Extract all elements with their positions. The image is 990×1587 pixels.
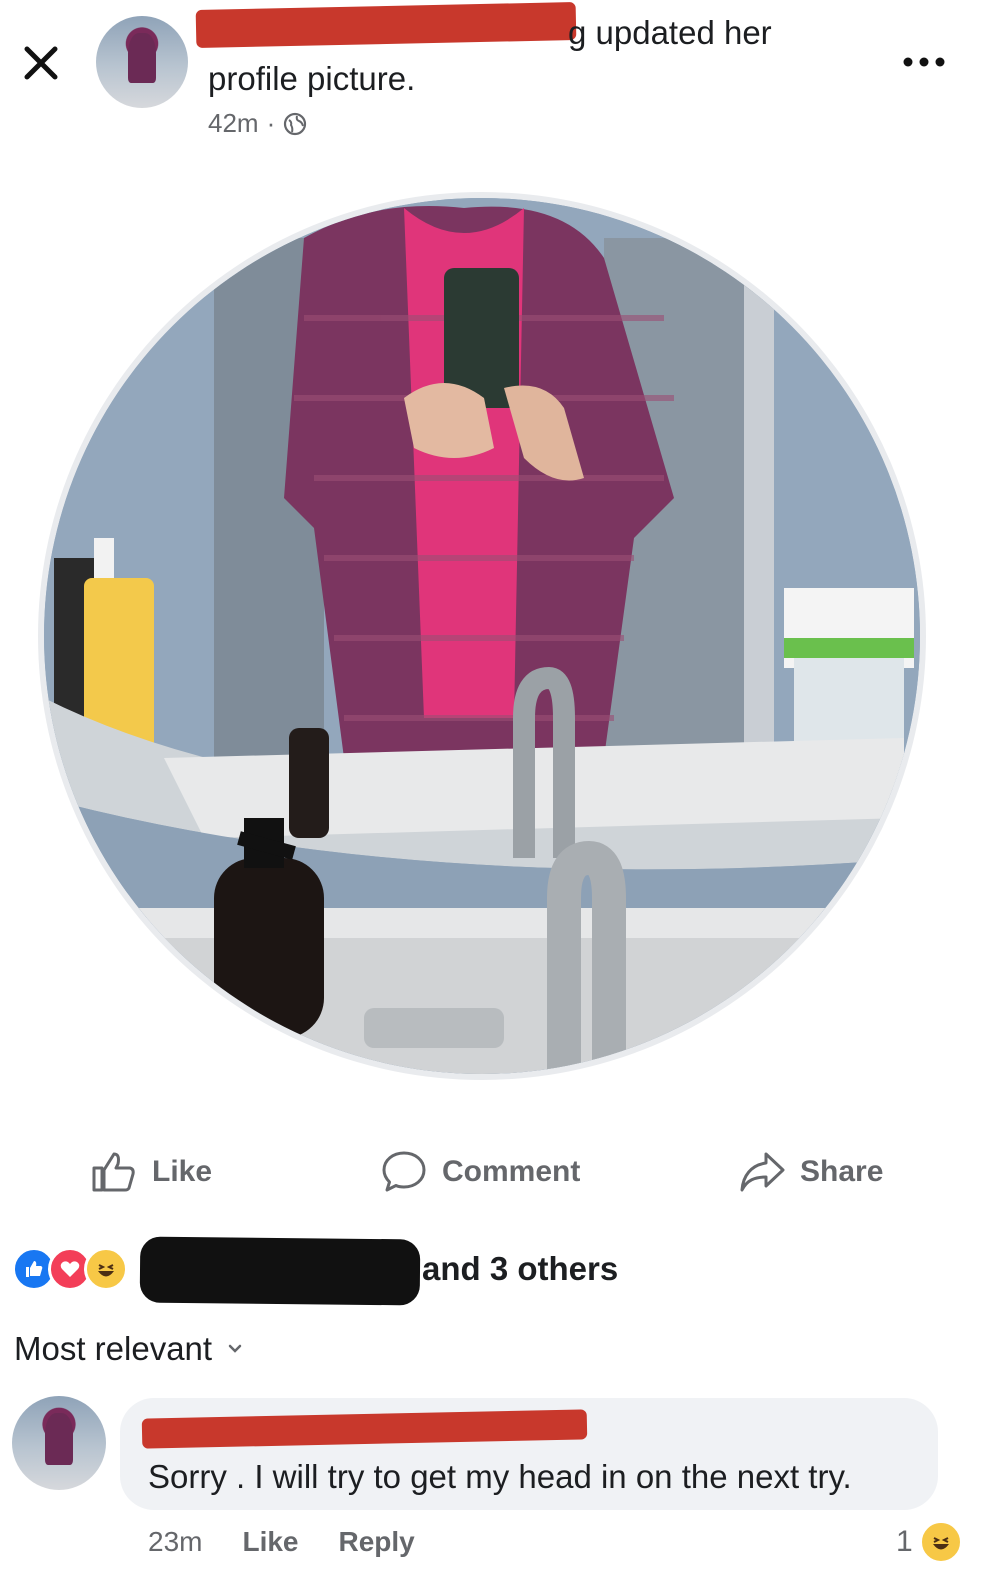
like-button-label: Like	[152, 1155, 213, 1188]
like-button[interactable]: Like	[90, 1148, 212, 1196]
post-header-text: g updated her	[568, 14, 772, 51]
profile-photo-drawing	[44, 198, 920, 1074]
comment-button-label: Comment	[442, 1155, 581, 1188]
chevron-down-icon	[228, 1344, 242, 1353]
reaction-icons[interactable]	[12, 1245, 128, 1293]
haha-reaction-icon	[918, 1520, 963, 1564]
comment-reaction-summary[interactable]: 1	[896, 1520, 963, 1564]
comment-like-button[interactable]: Like	[242, 1526, 298, 1558]
reactor-name-redaction	[139, 1236, 421, 1306]
comment-text: Sorry . I will try to get my head in on …	[148, 1458, 852, 1495]
globe-icon	[284, 112, 307, 135]
comment-sort-label: Most relevant	[14, 1330, 213, 1367]
share-button[interactable]: Share	[738, 1148, 883, 1196]
thumbs-up-icon	[92, 1152, 135, 1192]
close-icon[interactable]	[22, 44, 60, 82]
comment-button[interactable]: Comment	[380, 1148, 580, 1196]
comment-icon	[382, 1151, 426, 1192]
haha-reaction-icon	[84, 1247, 128, 1291]
comment-reply-button[interactable]: Reply	[339, 1526, 415, 1558]
post-timestamp[interactable]: 42m	[208, 108, 259, 139]
meta-separator: ·	[266, 108, 276, 138]
share-button-label: Share	[800, 1155, 884, 1188]
post-header-text-line2: profile picture.	[208, 60, 416, 97]
comment-sort-dropdown[interactable]: Most relevant	[14, 1330, 244, 1368]
comment-timestamp[interactable]: 23m	[148, 1526, 202, 1558]
commenter-avatar[interactable]	[12, 1396, 106, 1490]
reactors-summary[interactable]: and 3 others	[422, 1250, 618, 1288]
comment-meta: 23m Like Reply	[148, 1526, 415, 1558]
author-name-redaction	[195, 2, 577, 48]
share-icon	[740, 1152, 785, 1192]
comment-reaction-count: 1	[896, 1525, 913, 1558]
profile-photo[interactable]	[44, 198, 920, 1074]
post-meta: 42m ·	[208, 108, 307, 139]
more-options-icon[interactable]	[900, 52, 948, 72]
author-avatar[interactable]	[96, 16, 188, 108]
